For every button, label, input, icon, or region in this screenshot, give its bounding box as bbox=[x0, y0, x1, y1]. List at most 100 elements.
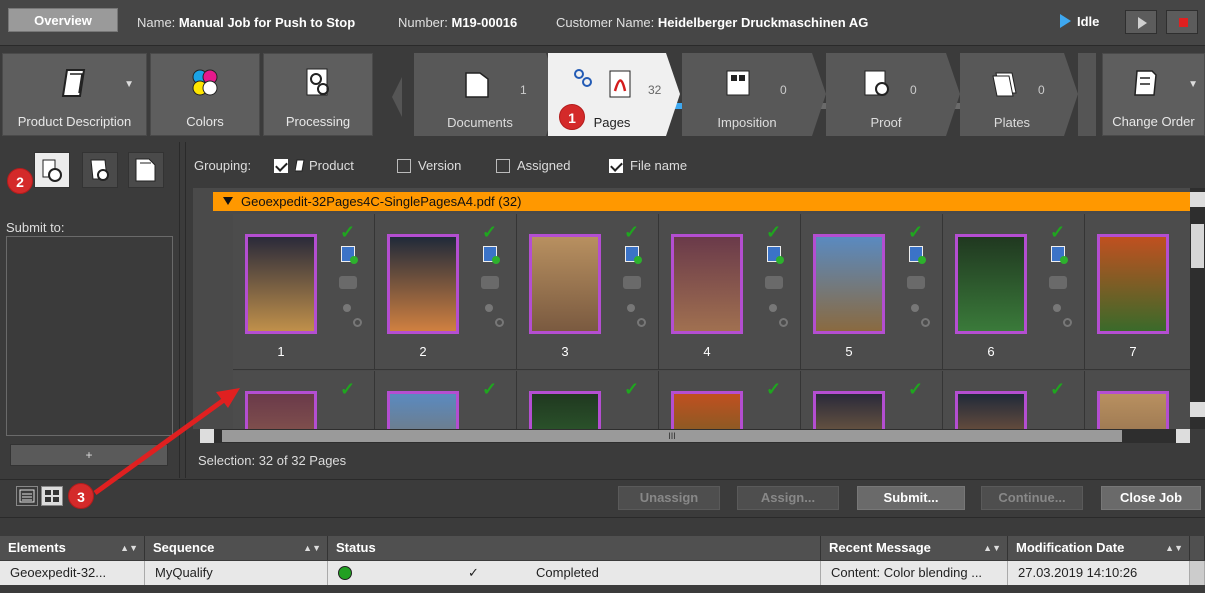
panel-splitter-horizontal[interactable] bbox=[0, 517, 1205, 536]
list-view-button[interactable] bbox=[16, 486, 38, 506]
page-cell[interactable]: 7✓ bbox=[1085, 214, 1190, 370]
table-cell-date[interactable]: 27.03.2019 14:10:26 bbox=[1008, 561, 1190, 585]
scroll-right-arrow[interactable] bbox=[1078, 53, 1096, 136]
change-order-tile[interactable]: ▼ Change Order bbox=[1102, 53, 1205, 136]
sort-icon[interactable]: ▲▼ bbox=[983, 536, 1001, 560]
table-cell-element[interactable]: Geoexpedit-32... bbox=[0, 561, 145, 585]
vertical-scrollbar[interactable] bbox=[1190, 188, 1205, 429]
page-cell[interactable]: ✓ bbox=[1085, 371, 1190, 429]
page-cell[interactable]: ✓ bbox=[233, 371, 375, 429]
page-thumbnail[interactable] bbox=[529, 234, 601, 334]
page-cell[interactable]: ✓ bbox=[375, 371, 517, 429]
product-description-tile[interactable]: ▼ Product Description bbox=[2, 53, 147, 136]
version-checkbox[interactable] bbox=[397, 159, 411, 173]
column-header-sequence[interactable]: Sequence ▲▼ bbox=[145, 536, 328, 560]
play-button[interactable] bbox=[1125, 10, 1157, 34]
horizontal-scrollbar[interactable]: III bbox=[200, 429, 1190, 443]
column-header-elements[interactable]: Elements ▲▼ bbox=[0, 536, 145, 560]
column-header-status[interactable]: Status bbox=[328, 536, 821, 560]
grouping-product-checkbox[interactable]: Product bbox=[274, 158, 354, 173]
grouping-version-checkbox[interactable]: Version bbox=[397, 158, 461, 173]
page-thumbnail[interactable] bbox=[671, 391, 743, 429]
scroll-thumb[interactable] bbox=[1191, 224, 1204, 268]
step-plates[interactable]: 0 Plates bbox=[960, 53, 1064, 136]
submit-target-list[interactable] bbox=[6, 236, 173, 436]
assign-button[interactable]: Assign... bbox=[737, 486, 839, 510]
sort-icon[interactable]: ▲▼ bbox=[303, 536, 321, 560]
magnifier-icon[interactable] bbox=[353, 318, 362, 327]
page-cell[interactable]: 5 ✓ bbox=[801, 214, 943, 370]
page-cell[interactable]: ✓ bbox=[659, 371, 801, 429]
scroll-thumb[interactable]: III bbox=[222, 430, 1122, 442]
page-cell[interactable]: ✓ bbox=[801, 371, 943, 429]
page-cell[interactable]: 2 ✓ bbox=[375, 214, 517, 370]
sort-icon[interactable]: ▲▼ bbox=[1165, 536, 1183, 560]
page-cell[interactable]: 1 ✓ bbox=[233, 214, 375, 370]
table-cell-message[interactable]: Content: Color blending ... bbox=[821, 561, 1008, 585]
page-thumbnail[interactable] bbox=[955, 234, 1027, 334]
page-thumbnail[interactable] bbox=[955, 391, 1027, 429]
column-header-modification-date[interactable]: Modification Date ▲▼ bbox=[1008, 536, 1190, 560]
grouping-filename-checkbox[interactable]: File name bbox=[609, 158, 687, 173]
table-scrollbar[interactable] bbox=[1190, 561, 1205, 585]
step-documents[interactable]: 1 Documents bbox=[414, 53, 546, 136]
page-thumbnail[interactable] bbox=[245, 391, 317, 429]
assign-view-button[interactable] bbox=[128, 152, 164, 188]
file-name-checkbox[interactable] bbox=[609, 159, 623, 173]
preflight-view-button[interactable] bbox=[34, 152, 70, 188]
table-cell-status[interactable]: ✓ Completed bbox=[328, 561, 821, 585]
scroll-up-arrow[interactable] bbox=[1190, 192, 1205, 207]
page-thumbnail[interactable] bbox=[813, 234, 885, 334]
page-thumbnail[interactable] bbox=[1097, 391, 1169, 429]
page-thumbnail[interactable] bbox=[387, 391, 459, 429]
scroll-left-arrow[interactable] bbox=[200, 429, 214, 443]
add-target-button[interactable]: + bbox=[10, 444, 168, 466]
colors-tile[interactable]: Colors bbox=[150, 53, 260, 136]
step-proof[interactable]: 0 Proof bbox=[826, 53, 946, 136]
step-imposition[interactable]: 0 Imposition bbox=[682, 53, 812, 136]
column-header-recent-message[interactable]: Recent Message ▲▼ bbox=[821, 536, 1008, 560]
magnifier-icon[interactable] bbox=[779, 318, 788, 327]
pin-icon bbox=[1053, 304, 1061, 312]
continue-button[interactable]: Continue... bbox=[981, 486, 1083, 510]
grouping-assigned-checkbox[interactable]: Assigned bbox=[496, 158, 570, 173]
page-thumbnail[interactable] bbox=[671, 234, 743, 334]
plates-count: 0 bbox=[1038, 83, 1045, 97]
page-cell[interactable]: 6 ✓ bbox=[943, 214, 1085, 370]
submit-button[interactable]: Submit... bbox=[857, 486, 965, 510]
scroll-right-arrow[interactable] bbox=[1176, 429, 1190, 443]
proof-view-button[interactable] bbox=[82, 152, 118, 188]
step-separator bbox=[946, 53, 960, 136]
processing-tile[interactable]: Processing bbox=[263, 53, 373, 136]
page-cell[interactable]: 3 ✓ bbox=[517, 214, 659, 370]
chevron-down-icon[interactable]: ▼ bbox=[124, 79, 134, 90]
magnifier-icon[interactable] bbox=[921, 318, 930, 327]
scroll-left-arrow[interactable] bbox=[392, 77, 402, 117]
magnifier-icon[interactable] bbox=[495, 318, 504, 327]
product-checkbox[interactable] bbox=[274, 159, 288, 173]
chevron-down-icon[interactable]: ▼ bbox=[1188, 79, 1198, 90]
sort-icon[interactable]: ▲▼ bbox=[120, 536, 138, 560]
close-job-button[interactable]: Close Job bbox=[1101, 486, 1201, 510]
magnifier-icon[interactable] bbox=[1063, 318, 1072, 327]
page-thumbnail[interactable] bbox=[245, 234, 317, 334]
page-thumbnail[interactable] bbox=[387, 234, 459, 334]
table-scroll-corner[interactable] bbox=[1190, 536, 1205, 560]
file-group-header[interactable]: Geoexpedit-32Pages4C-SinglePagesA4.pdf (… bbox=[213, 192, 1190, 211]
page-cell[interactable]: 4 ✓ bbox=[659, 214, 801, 370]
page-cell[interactable]: ✓ bbox=[943, 371, 1085, 429]
table-cell-sequence[interactable]: MyQualify bbox=[145, 561, 328, 585]
grid-view-button[interactable] bbox=[41, 486, 63, 506]
page-thumbnail[interactable] bbox=[529, 391, 601, 429]
expand-triangle-icon[interactable] bbox=[223, 197, 233, 205]
page-thumbnail[interactable] bbox=[1097, 234, 1169, 334]
scroll-down-arrow[interactable] bbox=[1190, 402, 1205, 417]
assigned-checkbox[interactable] bbox=[496, 159, 510, 173]
overview-button[interactable]: Overview bbox=[8, 8, 118, 32]
unassign-button[interactable]: Unassign bbox=[618, 486, 720, 510]
magnifier-icon[interactable] bbox=[637, 318, 646, 327]
page-cell[interactable]: ✓ bbox=[517, 371, 659, 429]
stop-button[interactable] bbox=[1166, 10, 1198, 34]
panel-splitter[interactable] bbox=[180, 142, 186, 478]
page-thumbnail[interactable] bbox=[813, 391, 885, 429]
